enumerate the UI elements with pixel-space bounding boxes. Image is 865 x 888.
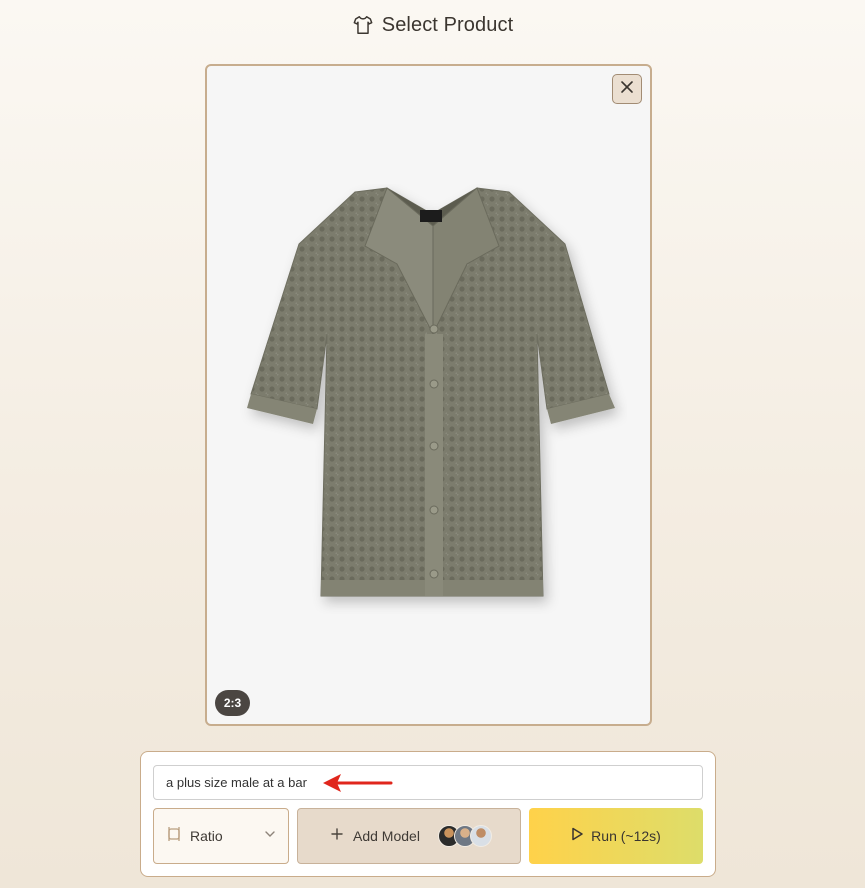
model-avatars bbox=[437, 825, 492, 847]
ratio-select[interactable]: Ratio bbox=[153, 808, 289, 864]
avatar bbox=[469, 825, 492, 847]
annotation-arrow-icon bbox=[321, 772, 395, 794]
product-card: 2:3 bbox=[205, 64, 652, 726]
product-image bbox=[237, 184, 627, 614]
aspect-ratio-badge: 2:3 bbox=[215, 690, 250, 716]
play-icon bbox=[571, 827, 583, 846]
control-row: Ratio Add Model Run (~12s) bbox=[153, 808, 703, 864]
prompt-input[interactable] bbox=[153, 765, 703, 800]
close-icon bbox=[620, 80, 634, 99]
chevron-down-icon bbox=[264, 827, 276, 845]
add-model-label: Add Model bbox=[353, 828, 420, 844]
close-button[interactable] bbox=[612, 74, 642, 104]
run-label: Run (~12s) bbox=[591, 828, 661, 844]
aspect-ratio-icon bbox=[166, 826, 182, 847]
run-button[interactable]: Run (~12s) bbox=[529, 808, 703, 864]
page-header: Select Product bbox=[0, 12, 865, 38]
ratio-label: Ratio bbox=[190, 828, 223, 844]
page-title: Select Product bbox=[381, 13, 514, 36]
prompt-panel: Ratio Add Model bbox=[140, 751, 716, 877]
add-model-button[interactable]: Add Model bbox=[297, 808, 521, 864]
tshirt-icon bbox=[352, 14, 374, 36]
plus-icon bbox=[331, 827, 343, 845]
